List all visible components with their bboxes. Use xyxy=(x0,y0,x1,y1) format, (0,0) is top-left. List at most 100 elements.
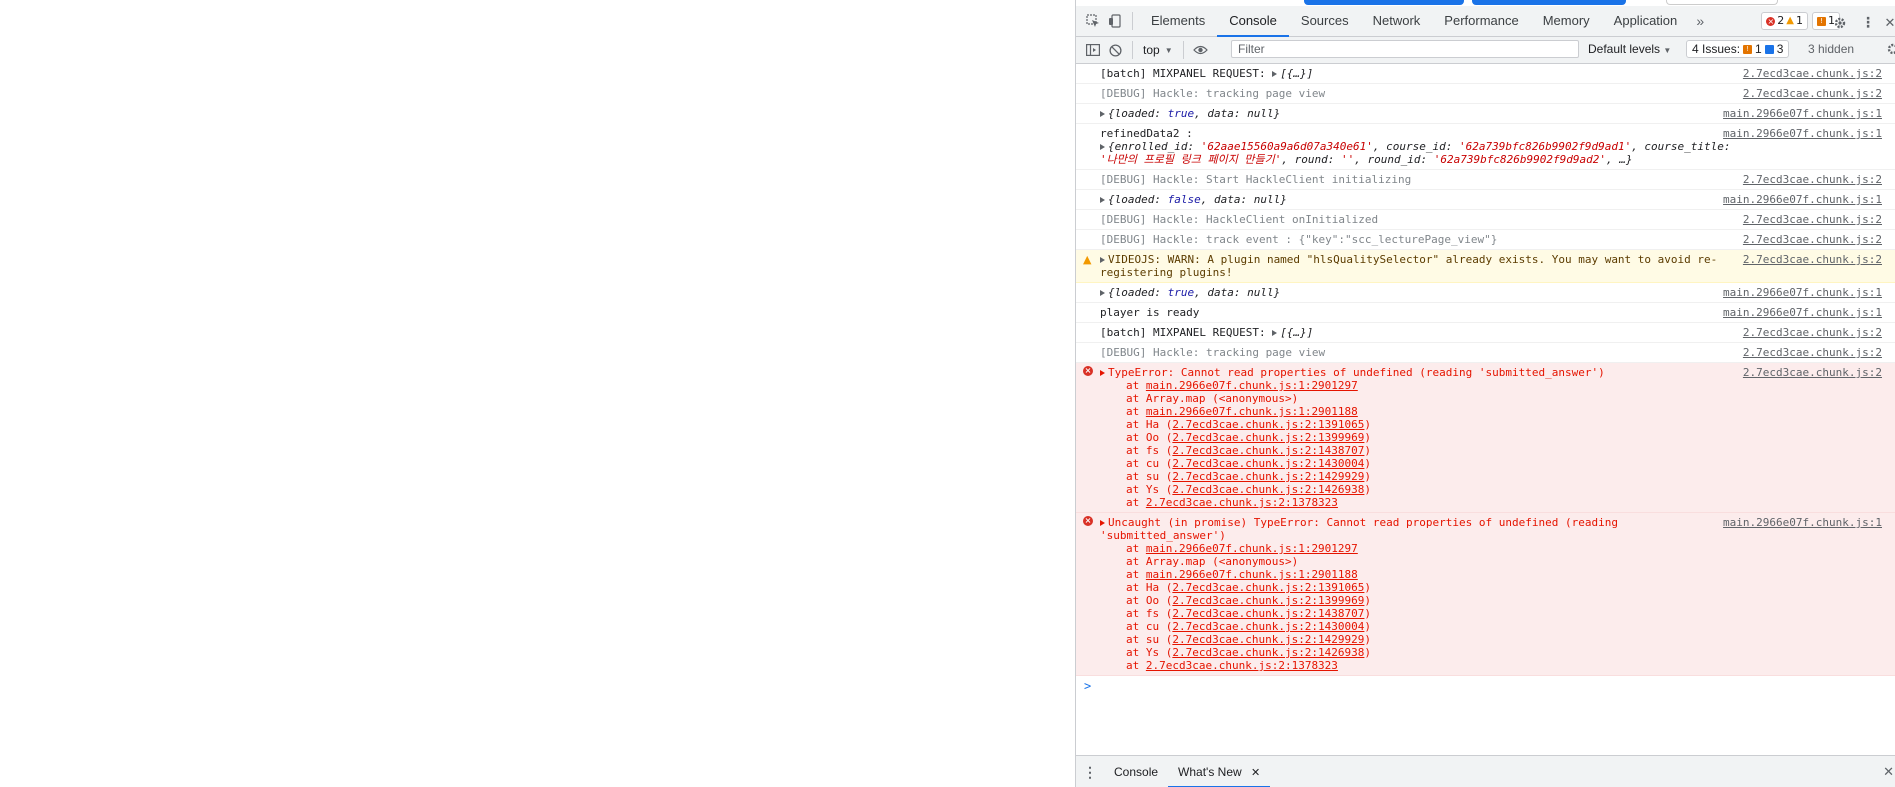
tab-sources[interactable]: Sources xyxy=(1289,6,1361,36)
frame-link[interactable]: 2.7ecd3cae.chunk.js:2:1378323 xyxy=(1146,496,1338,509)
frame-link[interactable]: 2.7ecd3cae.chunk.js:2:1391065 xyxy=(1172,418,1364,431)
frame-link[interactable]: 2.7ecd3cae.chunk.js:2:1438707 xyxy=(1172,607,1364,620)
expand-caret-icon[interactable] xyxy=(1100,111,1105,117)
obj-key: , round_id: xyxy=(1354,153,1434,166)
stack-frame: at cu (2.7ecd3cae.chunk.js:2:1430004) xyxy=(1126,457,1736,470)
log-row: ▲ VIDEOJS: WARN: A plugin named "hlsQuali… xyxy=(1076,250,1895,283)
sidebar-toggle-icon[interactable] xyxy=(1082,39,1104,61)
source-link[interactable]: main.2966e07f.chunk.js:1 xyxy=(1723,193,1882,206)
console-settings-icon[interactable] xyxy=(1886,42,1895,59)
frame-prefix: at Ha ( xyxy=(1126,418,1173,431)
expand-caret-icon[interactable] xyxy=(1272,330,1278,336)
drawer-menu-icon[interactable]: ⋮ xyxy=(1076,764,1104,781)
log-object[interactable]: {loaded: false, data: null} xyxy=(1108,193,1287,206)
log-levels-dropdown[interactable]: Default levels ▼ xyxy=(1588,42,1671,56)
log-row: [batch] MIXPANEL REQUEST: [{…}] 2.7ecd3ca… xyxy=(1076,64,1895,84)
frame-link[interactable]: 2.7ecd3cae.chunk.js:2:1429929 xyxy=(1172,470,1364,483)
frame-close-paren: ) xyxy=(1364,607,1372,620)
refined-object[interactable]: {enrolled_id: '62aae15560a9a6d07a340e61'… xyxy=(1100,140,1736,166)
clear-console-icon[interactable] xyxy=(1104,39,1126,61)
source-link[interactable]: main.2966e07f.chunk.js:1 xyxy=(1723,107,1882,120)
tab-memory[interactable]: Memory xyxy=(1531,6,1602,36)
tab-network[interactable]: Network xyxy=(1361,6,1433,36)
frame-link[interactable]: 2.7ecd3cae.chunk.js:2:1438707 xyxy=(1172,444,1364,457)
issues-button[interactable]: 4 Issues: ! 1 3 xyxy=(1686,40,1790,58)
obj-post: , data: null} xyxy=(1194,107,1281,120)
source-link[interactable]: 2.7ecd3cae.chunk.js:2 xyxy=(1743,326,1882,339)
frame-link[interactable]: 2.7ecd3cae.chunk.js:2:1426938 xyxy=(1172,483,1364,496)
source-link[interactable]: 2.7ecd3cae.chunk.js:2 xyxy=(1743,173,1882,186)
close-tab-icon[interactable]: ✕ xyxy=(1251,767,1260,779)
issue-icon: ! xyxy=(1817,16,1826,26)
source-link[interactable]: 2.7ecd3cae.chunk.js:2 xyxy=(1743,87,1882,100)
frame-link[interactable]: main.2966e07f.chunk.js:1:2901188 xyxy=(1146,405,1358,418)
frame-link[interactable]: 2.7ecd3cae.chunk.js:2:1430004 xyxy=(1172,620,1364,633)
tab-elements[interactable]: Elements xyxy=(1139,6,1217,36)
drawer-tab-console[interactable]: Console xyxy=(1104,756,1168,787)
expand-caret-icon[interactable] xyxy=(1272,71,1278,77)
frame-link[interactable]: 2.7ecd3cae.chunk.js:2:1391065 xyxy=(1172,581,1364,594)
source-link[interactable]: main.2966e07f.chunk.js:1 xyxy=(1723,516,1882,529)
device-toolbar-icon[interactable] xyxy=(1104,10,1126,32)
drawer-tab-whats-new[interactable]: What's New ✕ xyxy=(1168,756,1271,787)
frame-link[interactable]: 2.7ecd3cae.chunk.js:2:1378323 xyxy=(1146,659,1338,672)
error-icon: × xyxy=(1083,366,1093,376)
tab-performance[interactable]: Performance xyxy=(1432,6,1530,36)
source-link[interactable]: 2.7ecd3cae.chunk.js:2 xyxy=(1743,233,1882,246)
source-link[interactable]: 2.7ecd3cae.chunk.js:2 xyxy=(1743,253,1882,266)
log-row: [DEBUG] Hackle: HackleClient onInitializ… xyxy=(1076,210,1895,230)
frame-link[interactable]: 2.7ecd3cae.chunk.js:2:1430004 xyxy=(1172,457,1364,470)
frame-prefix: at xyxy=(1126,405,1146,418)
source-link[interactable]: 2.7ecd3cae.chunk.js:2 xyxy=(1743,346,1882,359)
frame-link[interactable]: main.2966e07f.chunk.js:1:2901297 xyxy=(1146,542,1358,555)
source-link[interactable]: 2.7ecd3cae.chunk.js:2 xyxy=(1743,213,1882,226)
filter-input[interactable]: Filter xyxy=(1231,40,1579,58)
console-prompt[interactable]: > xyxy=(1076,676,1895,693)
close-drawer-icon[interactable]: ✕ xyxy=(1883,764,1894,780)
expand-caret-icon[interactable] xyxy=(1100,197,1105,203)
stack-frame: at Array.map (<anonymous>) xyxy=(1126,392,1736,405)
frame-close-paren: ) xyxy=(1364,594,1372,607)
error-warning-counter[interactable]: × 2 ▲ 1 xyxy=(1761,12,1808,30)
tab-console[interactable]: Console xyxy=(1217,6,1289,37)
console-toolbar: top ▼ Filter Default levels ▼ 4 Issues: … xyxy=(1076,37,1895,64)
frame-prefix: at cu ( xyxy=(1126,620,1173,633)
log-object[interactable]: [{…}] xyxy=(1280,326,1313,339)
inspect-element-icon[interactable] xyxy=(1082,10,1104,32)
devtools-panel: Elements Console Sources Network Performance… xyxy=(1075,0,1895,787)
source-link[interactable]: main.2966e07f.chunk.js:1 xyxy=(1723,127,1882,140)
frame-prefix: at xyxy=(1126,542,1146,555)
context-selector[interactable]: top ▼ xyxy=(1139,43,1177,57)
frame-link[interactable]: 2.7ecd3cae.chunk.js:2:1399969 xyxy=(1172,431,1364,444)
frame-link[interactable]: main.2966e07f.chunk.js:1:2901188 xyxy=(1146,568,1358,581)
eye-icon[interactable] xyxy=(1190,39,1212,61)
chevron-double-right-icon[interactable]: » xyxy=(1689,10,1711,32)
tab-application[interactable]: Application xyxy=(1602,6,1690,36)
frame-link[interactable]: 2.7ecd3cae.chunk.js:2:1399969 xyxy=(1172,594,1364,607)
frame-link[interactable]: main.2966e07f.chunk.js:1:2901297 xyxy=(1146,379,1358,392)
source-link[interactable]: 2.7ecd3cae.chunk.js:2 xyxy=(1743,67,1882,80)
expand-caret-icon[interactable] xyxy=(1100,290,1105,296)
error-headline: Uncaught (in promise) TypeError: Cannot … xyxy=(1100,516,1625,542)
frame-link[interactable]: 2.7ecd3cae.chunk.js:2:1429929 xyxy=(1172,633,1364,646)
log-object[interactable]: [{…}] xyxy=(1280,67,1313,80)
gear-icon[interactable] xyxy=(1829,12,1851,34)
expand-caret-icon[interactable] xyxy=(1100,257,1105,263)
hidden-count: 3 hidden xyxy=(1808,42,1855,56)
log-row: [DEBUG] Hackle: track event : {"key":"sc… xyxy=(1076,230,1895,250)
kebab-menu-icon[interactable]: ⋮ xyxy=(1857,12,1879,34)
close-icon[interactable]: ✕ xyxy=(1885,12,1895,34)
stack-frame: at main.2966e07f.chunk.js:1:2901297 xyxy=(1126,379,1736,392)
frame-prefix: at su ( xyxy=(1126,470,1173,483)
expand-caret-icon[interactable] xyxy=(1100,520,1105,526)
expand-caret-icon[interactable] xyxy=(1100,144,1105,150)
frame-close-paren: ) xyxy=(1364,581,1372,594)
log-object[interactable]: {loaded: true, data: null} xyxy=(1108,286,1280,299)
frame-link[interactable]: 2.7ecd3cae.chunk.js:2:1426938 xyxy=(1172,646,1364,659)
source-link[interactable]: main.2966e07f.chunk.js:1 xyxy=(1723,306,1882,319)
source-link[interactable]: 2.7ecd3cae.chunk.js:2 xyxy=(1743,366,1882,379)
stack-frame: at Oo (2.7ecd3cae.chunk.js:2:1399969) xyxy=(1126,431,1736,444)
log-object[interactable]: {loaded: true, data: null} xyxy=(1108,107,1280,120)
expand-caret-icon[interactable] xyxy=(1100,370,1105,376)
source-link[interactable]: main.2966e07f.chunk.js:1 xyxy=(1723,286,1882,299)
